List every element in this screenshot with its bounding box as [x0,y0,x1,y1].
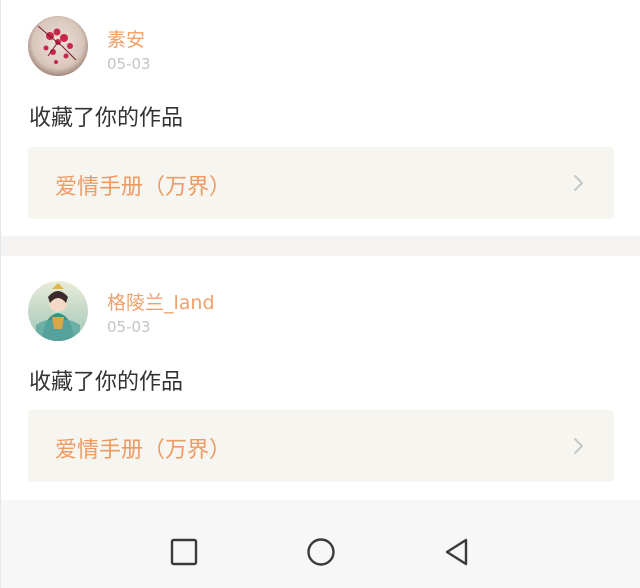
activity-text: 收藏了你的作品 [29,370,184,395]
system-navigation-bar [1,500,640,588]
back-button[interactable] [441,536,473,568]
flower-avatar-icon [28,16,88,76]
user-avatar[interactable] [28,16,88,76]
timestamp: 05-03 [107,55,151,73]
triangle-back-icon [445,538,468,566]
illustrated-character-avatar-icon [28,281,88,341]
notification-screen: 素安 05-03 收藏了你的作品 爱情手册（万界） 格陵兰_land 05-03… [0,0,640,588]
circle-home-icon [307,538,335,566]
user-avatar[interactable] [28,281,88,341]
work-title: 爱情手册（万界） [55,175,232,200]
square-recent-apps-icon [170,538,198,566]
recent-apps-button[interactable] [168,536,200,568]
home-button[interactable] [305,536,337,568]
notification-card: 素安 05-03 收藏了你的作品 爱情手册（万界） [1,0,640,236]
work-link[interactable]: 爱情手册（万界） [28,410,614,482]
notification-card: 格陵兰_land 05-03 收藏了你的作品 爱情手册（万界） [1,256,640,500]
activity-text: 收藏了你的作品 [29,106,184,131]
card-separator [1,236,640,256]
username[interactable]: 格陵兰_land [107,288,215,315]
work-title: 爱情手册（万界） [55,438,232,463]
username[interactable]: 素安 [107,25,145,52]
chevron-right-icon [574,175,583,191]
chevron-right-icon [574,438,583,454]
timestamp: 05-03 [107,318,151,336]
work-link[interactable]: 爱情手册（万界） [28,147,614,219]
